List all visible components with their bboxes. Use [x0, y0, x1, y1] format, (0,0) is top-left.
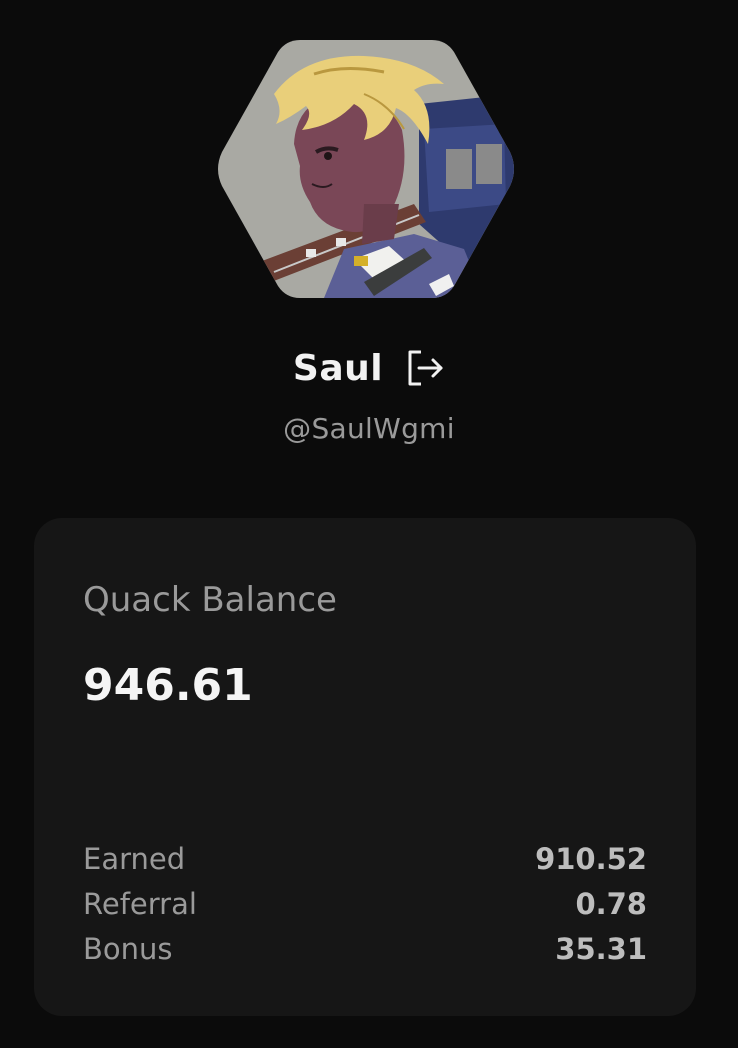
- balance-card: Quack Balance 946.61 Earned 910.52 Refer…: [34, 518, 696, 1016]
- profile-page: Saul @SaulWgmi Quack Balance 946.61 Earn…: [0, 0, 738, 1048]
- balance-row-value: 910.52: [535, 841, 647, 876]
- balance-row-label: Referral: [83, 886, 197, 921]
- profile-name-row: Saul: [0, 340, 738, 396]
- profile-handle: @SaulWgmi: [283, 412, 455, 445]
- profile-name: Saul: [292, 347, 384, 389]
- avatar[interactable]: [214, 34, 518, 304]
- avatar-image: [218, 40, 514, 298]
- balance-total: 946.61: [83, 660, 253, 711]
- balance-breakdown: Earned 910.52 Referral 0.78 Bonus 35.31: [83, 836, 647, 971]
- logout-icon: [408, 350, 443, 386]
- balance-row-earned: Earned 910.52: [83, 836, 647, 881]
- logout-button[interactable]: [405, 348, 445, 388]
- balance-title: Quack Balance: [83, 580, 337, 620]
- balance-row-value: 0.78: [575, 886, 647, 921]
- balance-row-label: Earned: [83, 841, 186, 876]
- balance-row-referral: Referral 0.78: [83, 881, 647, 926]
- balance-row-value: 35.31: [555, 931, 647, 966]
- balance-row-bonus: Bonus 35.31: [83, 926, 647, 971]
- balance-row-label: Bonus: [83, 931, 173, 966]
